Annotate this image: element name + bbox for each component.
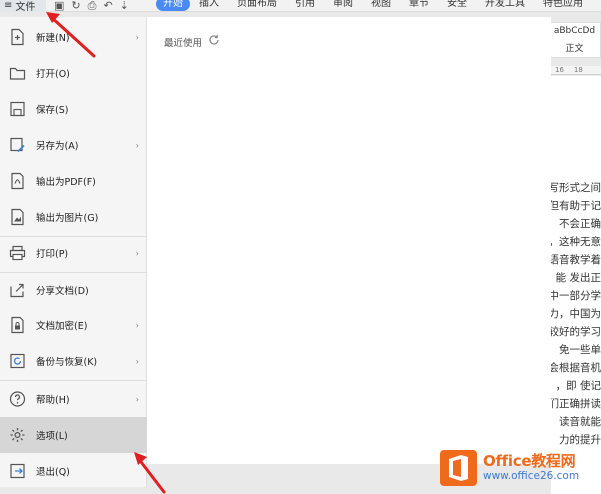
- menu-label: 保存(S): [36, 105, 69, 116]
- watermark-brand: Office教程网: [483, 452, 576, 470]
- tab-review[interactable]: 审阅: [324, 0, 362, 11]
- ruler-tick: 18: [573, 66, 583, 74]
- save-as-icon: [10, 137, 25, 153]
- doc-line: 力，中国为: [551, 308, 601, 320]
- tab-security[interactable]: 安全: [438, 0, 476, 11]
- ruler-tick: 16: [555, 66, 564, 74]
- menu-item-export-pdf[interactable]: 输出为PDF(F): [0, 163, 147, 199]
- menu-label: 输出为图片(G): [36, 213, 99, 224]
- menu-label: 帮助(H): [36, 395, 70, 406]
- doc-line: 不会正确: [559, 218, 601, 230]
- doc-line: ，即 使记: [555, 380, 601, 392]
- menu-item-share[interactable]: 分享文档(D): [0, 272, 147, 308]
- doc-line: 语音教学着: [551, 254, 601, 266]
- watermark-url: www.office26.com: [483, 470, 580, 482]
- doc-line: 写形式之间: [551, 182, 601, 194]
- file-menu-label: 文件: [15, 1, 36, 13]
- chevron-right-icon: ›: [135, 320, 139, 330]
- menu-label: 打印(P): [36, 249, 69, 260]
- menu-label: 输出为PDF(F): [36, 177, 96, 188]
- style-sample: aBbCcDd: [553, 26, 596, 36]
- red-arrow-icon: [134, 452, 166, 494]
- horizontal-ruler: 16 18: [551, 66, 601, 75]
- doc-line: 但有助于记: [551, 200, 601, 212]
- redo-icon[interactable]: ⇣: [120, 0, 129, 13]
- menu-label: 另存为(A): [36, 141, 79, 152]
- tab-insert[interactable]: 插入: [190, 0, 228, 11]
- menu-item-print[interactable]: 打印(P) ›: [0, 235, 147, 271]
- red-arrow-icon: [46, 12, 96, 58]
- menu-label: 选项(L): [36, 431, 68, 442]
- doc-line: 们正确拼读: [551, 398, 601, 410]
- style-name: 正文: [565, 44, 584, 54]
- menu-item-exit[interactable]: 退出(Q): [0, 453, 147, 489]
- chevron-right-icon: ›: [135, 248, 139, 258]
- tab-chapter[interactable]: 章节: [400, 0, 438, 11]
- undo-icon[interactable]: ↶: [103, 0, 112, 13]
- exit-icon: [10, 463, 25, 479]
- save-icon: [10, 101, 25, 117]
- document-page[interactable]: 写形式之间 但有助于记 不会正确 ，这种无意 语音教学着 能 发出正 中一部分学…: [551, 76, 601, 494]
- ribbon-tabs: 开始 插入 页面布局 引用 审阅 视图 章节 安全 开发工具 特色应用: [156, 0, 592, 11]
- tab-page-layout[interactable]: 页面布局: [228, 0, 286, 11]
- doc-line: 较好的学习: [551, 326, 601, 338]
- menu-label: 文档加密(E): [36, 321, 88, 332]
- doc-line: 中一部分学: [551, 290, 601, 302]
- chevron-right-icon: ›: [135, 356, 139, 366]
- menu-item-open[interactable]: 打开(O): [0, 55, 147, 91]
- recent-files-panel: 最近使用: [147, 17, 551, 464]
- refresh-icon[interactable]: [208, 34, 220, 46]
- recent-title: 最近使用: [164, 38, 203, 49]
- gear-icon: [10, 428, 25, 442]
- tab-view[interactable]: 视图: [362, 0, 400, 11]
- doc-line: 会根据音机: [551, 362, 601, 374]
- share-icon: [10, 283, 24, 298]
- print-icon: [9, 245, 26, 261]
- tab-special-apps[interactable]: 特色应用: [534, 0, 592, 11]
- doc-line: 读音就能: [559, 416, 601, 428]
- chevron-right-icon: ›: [135, 394, 139, 404]
- tab-references[interactable]: 引用: [286, 0, 324, 11]
- doc-line: ，这种无意: [551, 236, 601, 248]
- export-pdf-icon: [11, 172, 24, 190]
- doc-line: 能 发出正: [555, 272, 601, 284]
- menu-label: 分享文档(D): [36, 286, 89, 297]
- tab-home[interactable]: 开始: [156, 0, 190, 11]
- tab-developer[interactable]: 开发工具: [476, 0, 534, 11]
- menu-item-save[interactable]: 保存(S): [0, 91, 147, 127]
- file-side-menu: 新建(N) › 打开(O) 保存(S) 另存为(A) › 输出为PDF(F) 输…: [0, 17, 147, 487]
- menu-item-encrypt[interactable]: 文档加密(E) ›: [0, 307, 147, 343]
- office-logo-icon: [440, 450, 477, 486]
- encrypt-doc-icon: [11, 316, 24, 334]
- new-doc-icon: [11, 28, 24, 46]
- style-gallery-normal[interactable]: aBbCcDd 正文: [548, 22, 601, 58]
- folder-open-icon: [9, 67, 26, 80]
- chevron-right-icon: ›: [135, 32, 139, 42]
- help-icon: [9, 391, 26, 407]
- menu-label: 退出(Q): [36, 467, 70, 478]
- menu-item-save-as[interactable]: 另存为(A) ›: [0, 127, 147, 163]
- menu-label: 打开(O): [36, 69, 70, 80]
- menu-item-export-image[interactable]: 输出为图片(G): [0, 199, 147, 235]
- backup-restore-icon: [10, 353, 25, 369]
- doc-line: 免一些单: [559, 344, 601, 356]
- doc-line: 力的提升: [559, 434, 601, 446]
- chevron-right-icon: ›: [135, 140, 139, 150]
- menu-item-backup[interactable]: 备份与恢复(K) ›: [0, 343, 147, 379]
- menu-item-options[interactable]: 选项(L): [0, 417, 147, 453]
- menu-item-help[interactable]: 帮助(H) ›: [0, 381, 147, 417]
- watermark: Office教程网 www.office26.com: [440, 450, 601, 494]
- hamburger-icon: ≡: [4, 0, 13, 11]
- menu-label: 备份与恢复(K): [36, 357, 98, 368]
- export-image-icon: [11, 208, 24, 226]
